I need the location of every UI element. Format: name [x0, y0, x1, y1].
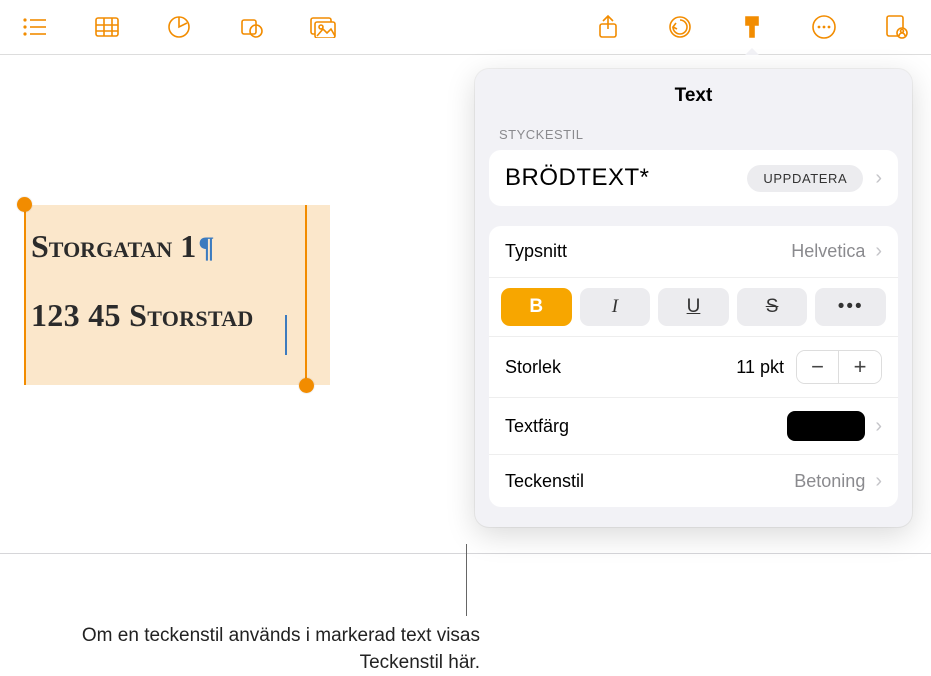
toolbar	[0, 0, 931, 55]
paragraph-style-card: BRÖDTEXT* UPPDATERA ›	[489, 150, 898, 206]
size-label: Storlek	[505, 357, 561, 378]
callout-text: Om en teckenstil används i markerad text…	[80, 623, 480, 676]
format-panel: Text STYCKESTIL BRÖDTEXT* UPPDATERA › Ty…	[475, 69, 912, 527]
size-value: 11 pkt	[736, 357, 784, 378]
chevron-right-icon: ›	[875, 240, 882, 263]
font-row[interactable]: Typsnitt Helvetica ›	[489, 226, 898, 278]
format-buttons-row: B I U S •••	[489, 278, 898, 337]
size-stepper: − +	[796, 350, 882, 384]
text-color-label: Textfärg	[505, 416, 569, 437]
color-swatch[interactable]	[787, 411, 865, 441]
more-icon[interactable]	[809, 12, 839, 42]
underline-button[interactable]: U	[658, 288, 729, 326]
size-row: Storlek 11 pkt − +	[489, 337, 898, 398]
chevron-right-icon: ›	[875, 415, 882, 438]
media-icon[interactable]	[308, 12, 338, 42]
format-brush-icon[interactable]	[737, 12, 767, 42]
text-format-card: Typsnitt Helvetica › B I U S ••• Storlek…	[489, 226, 898, 507]
section-label-paragraph-style: STYCKESTIL	[475, 127, 912, 150]
update-style-button[interactable]: UPPDATERA	[747, 165, 863, 192]
character-style-value: Betoning	[794, 471, 865, 492]
toolbar-right	[593, 12, 911, 42]
collab-icon[interactable]	[881, 12, 911, 42]
text-content-1: Storgatan 1	[31, 228, 196, 265]
toolbar-left	[20, 12, 338, 42]
text-color-row[interactable]: Textfärg ›	[489, 398, 898, 455]
strikethrough-button[interactable]: S	[737, 288, 808, 326]
selection-handle-bottom[interactable]	[299, 378, 314, 393]
font-label: Typsnitt	[505, 241, 567, 262]
font-value: Helvetica	[791, 241, 865, 262]
selection-handle-top-left[interactable]	[17, 197, 32, 212]
size-increase-button[interactable]: +	[839, 351, 881, 383]
table-icon[interactable]	[92, 12, 122, 42]
bold-button[interactable]: B	[501, 288, 572, 326]
selected-text-box[interactable]: Storgatan 1 ¶ 123 45 Storstad	[25, 205, 330, 385]
character-style-label: Teckenstil	[505, 471, 584, 492]
undo-icon[interactable]	[665, 12, 695, 42]
character-style-row[interactable]: Teckenstil Betoning ›	[489, 455, 898, 507]
chevron-right-icon: ›	[875, 167, 882, 190]
text-line-1: Storgatan 1 ¶	[25, 205, 330, 265]
content: Storgatan 1 ¶ 123 45 Storstad Text STYCK…	[0, 55, 931, 657]
shape-icon[interactable]	[236, 12, 266, 42]
chart-icon[interactable]	[164, 12, 194, 42]
panel-title: Text	[475, 69, 912, 127]
text-caret	[285, 315, 287, 355]
selection-handle-bar-left[interactable]	[24, 205, 26, 385]
pilcrow-icon: ¶	[198, 231, 214, 265]
italic-button[interactable]: I	[580, 288, 651, 326]
size-decrease-button[interactable]: −	[797, 351, 839, 383]
more-format-button[interactable]: •••	[815, 288, 886, 326]
paragraph-style-row[interactable]: BRÖDTEXT* UPPDATERA ›	[489, 150, 898, 206]
chevron-right-icon: ›	[875, 470, 882, 493]
share-icon[interactable]	[593, 12, 623, 42]
paragraph-style-name: BRÖDTEXT*	[505, 164, 650, 192]
callout-leader-line	[466, 544, 467, 616]
list-icon[interactable]	[20, 12, 50, 42]
selection-handle-bar-right[interactable]	[305, 205, 307, 385]
